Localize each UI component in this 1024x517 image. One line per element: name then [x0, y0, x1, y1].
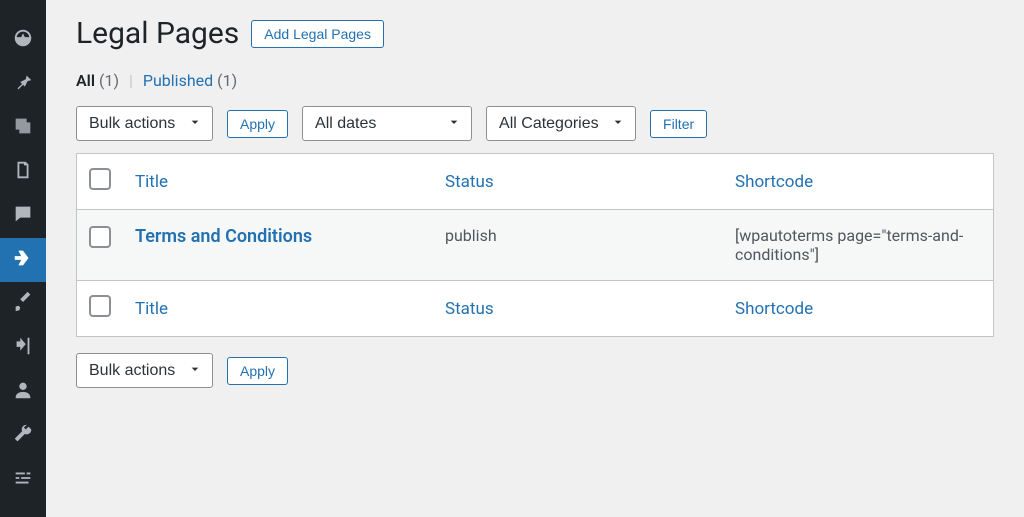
apply-button-bottom[interactable]: Apply [227, 357, 288, 385]
page-header: Legal Pages Add Legal Pages [76, 10, 994, 53]
filter-all-count: (1) [99, 71, 119, 90]
menu-posts[interactable] [0, 62, 46, 106]
menu-pages[interactable] [0, 150, 46, 194]
bulk-actions-select-bottom[interactable]: Bulk actions [76, 353, 213, 388]
table-header-row: Title Status Shortcode [77, 154, 994, 210]
main-content: Legal Pages Add Legal Pages All (1) | Pu… [46, 0, 1024, 517]
bulk-actions-select-wrap: Bulk actions [76, 106, 213, 141]
row-title-link[interactable]: Terms and Conditions [135, 226, 312, 247]
categories-select[interactable]: All Categories [486, 106, 636, 141]
menu-settings[interactable] [0, 458, 46, 502]
menu-users[interactable] [0, 370, 46, 414]
menu-comments[interactable] [0, 194, 46, 238]
column-shortcode[interactable]: Shortcode [723, 154, 994, 210]
menu-dashboard[interactable] [0, 18, 46, 62]
pages-icon [12, 159, 34, 185]
column-status[interactable]: Status [433, 154, 723, 210]
status-filters: All (1) | Published (1) [76, 71, 994, 90]
page-title: Legal Pages [76, 16, 239, 51]
bulk-actions-select-bottom-wrap: Bulk actions [76, 353, 213, 388]
column-status-footer[interactable]: Status [433, 281, 723, 337]
add-legal-pages-button[interactable]: Add Legal Pages [251, 20, 384, 48]
user-icon [12, 379, 34, 405]
filter-all-label: All [76, 71, 95, 90]
filter-published-label: Published [143, 71, 213, 90]
categories-select-wrap: All Categories [486, 106, 636, 141]
shield-icon [12, 247, 34, 273]
dates-select-wrap: All dates [302, 106, 472, 141]
filter-button[interactable]: Filter [650, 110, 707, 138]
row-status: publish [433, 210, 723, 281]
select-all-checkbox-bottom[interactable] [89, 295, 111, 317]
plugin-icon [12, 335, 34, 361]
select-all-checkbox-top[interactable] [89, 168, 111, 190]
menu-autoterms[interactable] [0, 238, 46, 282]
filter-published[interactable]: Published (1) [143, 71, 237, 90]
filter-published-count: (1) [217, 71, 237, 90]
filter-all[interactable]: All (1) [76, 71, 123, 90]
column-title-footer[interactable]: Title [123, 281, 433, 337]
row-shortcode: [wpautoterms page="terms-and-conditions"… [723, 210, 994, 281]
table-footer-row: Title Status Shortcode [77, 281, 994, 337]
dashboard-icon [12, 27, 34, 53]
menu-appearance[interactable] [0, 282, 46, 326]
menu-tools[interactable] [0, 414, 46, 458]
menu-plugins[interactable] [0, 326, 46, 370]
brush-icon [12, 291, 34, 317]
comment-icon [12, 203, 34, 229]
wrench-icon [12, 423, 34, 449]
filter-separator: | [123, 71, 139, 90]
row-checkbox[interactable] [89, 226, 111, 248]
sliders-icon [12, 467, 34, 493]
column-title[interactable]: Title [123, 154, 433, 210]
menu-media[interactable] [0, 106, 46, 150]
apply-button-top[interactable]: Apply [227, 110, 288, 138]
admin-sidebar [0, 0, 46, 517]
legal-pages-table: Title Status Shortcode Terms and Conditi… [76, 153, 994, 337]
bulk-actions-select[interactable]: Bulk actions [76, 106, 213, 141]
tablenav-top: Bulk actions Apply All dates All Categor… [76, 106, 994, 141]
tablenav-bottom: Bulk actions Apply [76, 353, 994, 388]
column-shortcode-footer[interactable]: Shortcode [723, 281, 994, 337]
pin-icon [12, 71, 34, 97]
table-row: Terms and Conditions publish [wpautoterm… [77, 210, 994, 281]
media-icon [12, 115, 34, 141]
dates-select[interactable]: All dates [302, 106, 472, 141]
